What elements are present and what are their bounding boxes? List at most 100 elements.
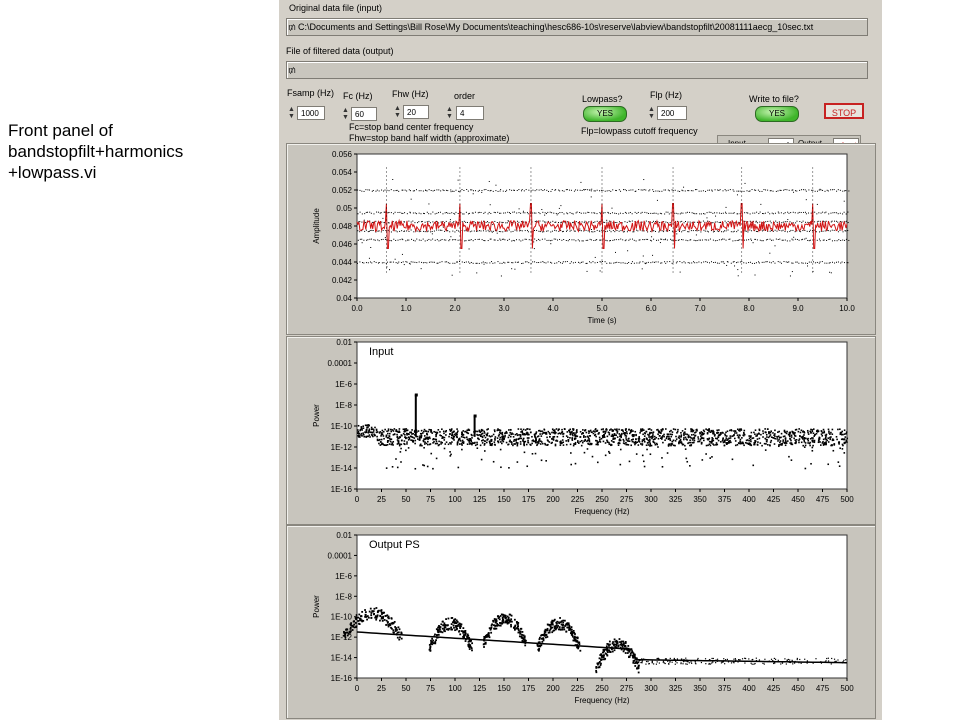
input-spectrum-point xyxy=(641,454,644,457)
input-peak-point xyxy=(473,414,477,418)
input-point xyxy=(518,221,520,223)
input-point xyxy=(580,212,582,214)
input-spectrum-point xyxy=(823,443,826,445)
input-spectrum-point xyxy=(430,452,433,455)
output-floor-point xyxy=(820,662,823,664)
input-point xyxy=(520,240,522,242)
input-spectrum-point xyxy=(393,433,396,435)
input-point xyxy=(645,189,647,191)
input-point xyxy=(412,190,414,192)
input-spectrum-point xyxy=(520,431,522,433)
input-spectrum-point xyxy=(554,431,556,434)
input-spectrum-point xyxy=(489,441,491,444)
output-lobe-point xyxy=(440,623,443,626)
input-spectrum-point xyxy=(689,444,691,447)
plot-area xyxy=(356,341,848,490)
input-point xyxy=(455,211,457,213)
input-point xyxy=(405,240,407,242)
input-spectrum-point xyxy=(643,440,646,443)
input-point xyxy=(592,231,594,233)
input-point xyxy=(608,220,610,222)
input-point xyxy=(553,238,555,240)
input-spectrum-point xyxy=(476,447,479,449)
output-lobe-point xyxy=(393,620,396,623)
input-spectrum-point xyxy=(400,461,402,463)
input-point xyxy=(424,240,426,242)
input-point xyxy=(566,189,568,191)
output-lobe-point xyxy=(370,617,373,619)
input-spectrum-point xyxy=(486,434,488,436)
input-spectrum-point xyxy=(443,447,446,450)
output-floor-point xyxy=(686,663,688,665)
input-spectrum-point xyxy=(661,428,664,431)
input-spectrum-point xyxy=(603,435,605,437)
input-point xyxy=(437,262,439,264)
input-point xyxy=(534,212,536,214)
input-point xyxy=(409,190,411,192)
input-spectrum-point xyxy=(476,433,478,436)
input-point xyxy=(555,189,557,191)
input-spectrum-point xyxy=(357,424,360,427)
input-spectrum-point xyxy=(574,437,577,440)
input-spectrum-point xyxy=(619,448,622,451)
x-tick-label: 150 xyxy=(497,495,511,504)
input-point xyxy=(781,230,783,232)
input-point xyxy=(518,208,520,210)
input-point xyxy=(369,211,371,213)
input-spectrum-point xyxy=(615,429,618,432)
input-point xyxy=(588,212,590,214)
input-point xyxy=(676,261,678,263)
output-floor-point xyxy=(684,659,686,661)
input-point xyxy=(485,221,487,223)
output-floor-point xyxy=(697,657,699,660)
input-spectrum-point xyxy=(793,437,795,440)
input-point xyxy=(492,224,494,226)
input-point xyxy=(714,240,716,242)
input-point xyxy=(776,221,778,223)
input-point xyxy=(636,229,638,231)
input-point xyxy=(518,212,520,214)
input-point xyxy=(716,212,718,214)
output-lobe-point xyxy=(518,635,521,638)
input-spectrum-point xyxy=(563,428,566,430)
input-point xyxy=(682,239,684,241)
input-point xyxy=(536,229,538,231)
input-point xyxy=(720,261,722,263)
output-floor-point xyxy=(676,662,678,664)
input-point xyxy=(711,190,713,192)
output-floor-point xyxy=(716,660,719,662)
input-spectrum-point xyxy=(691,437,693,440)
input-spectrum-point xyxy=(699,438,702,441)
input-point xyxy=(588,221,590,223)
input-spectrum-point xyxy=(538,438,541,441)
input-spectrum-point xyxy=(623,440,625,442)
input-point xyxy=(447,262,449,264)
input-point xyxy=(363,219,365,221)
input-point xyxy=(711,189,713,191)
output-lobe-point xyxy=(392,629,395,632)
input-point xyxy=(828,239,830,241)
input-point xyxy=(611,212,613,214)
input-point xyxy=(539,239,541,241)
input-point xyxy=(579,240,581,242)
input-point xyxy=(402,239,404,241)
input-point xyxy=(478,238,480,240)
input-spectrum-point xyxy=(531,439,534,442)
input-spectrum-point xyxy=(827,428,830,431)
x-tick-label: 125 xyxy=(473,684,487,693)
input-point xyxy=(439,261,441,263)
input-spectrum-point xyxy=(414,442,416,445)
input-point xyxy=(769,213,771,215)
input-spectrum-point xyxy=(815,430,818,433)
input-spectrum-point xyxy=(558,428,560,431)
output-lobe-point xyxy=(491,623,493,626)
input-spectrum-point xyxy=(730,429,733,432)
input-spectrum-point xyxy=(749,435,752,438)
input-spectrum-point xyxy=(598,436,601,439)
input-spectrum-point xyxy=(442,430,445,433)
input-point xyxy=(382,217,384,219)
input-spectrum-point xyxy=(717,434,720,436)
output-lobe-point xyxy=(499,615,502,617)
input-spectrum-point xyxy=(432,437,435,440)
output-floor-point xyxy=(791,660,794,662)
